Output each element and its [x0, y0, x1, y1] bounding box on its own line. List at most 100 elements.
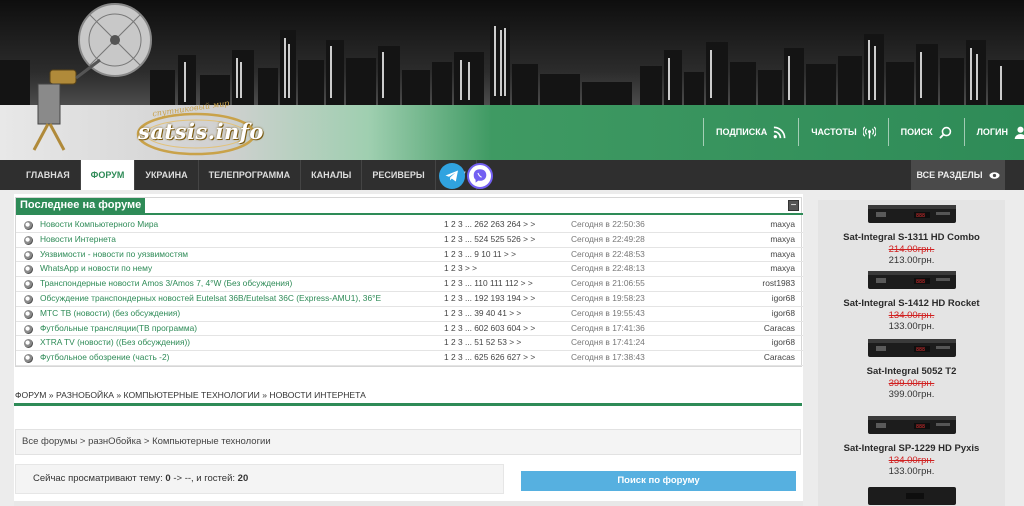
site-logo-text[interactable]: satsis.info — [138, 119, 264, 144]
topic-pages[interactable]: 1 2 3 ... 524 525 526 > > — [444, 234, 535, 244]
breadcrumb-internet-news[interactable]: НОВОСТИ ИНТЕРНЕТА — [269, 390, 366, 400]
topic-icon — [24, 339, 33, 349]
topic-title-link[interactable]: WhatsApp и новости по нему — [40, 263, 152, 273]
topic-title-link[interactable]: Новости Компьютерного Мира — [40, 219, 158, 229]
topic-user[interactable]: maxya — [770, 219, 795, 229]
topic-icon — [24, 294, 33, 304]
svg-text:888: 888 — [916, 213, 925, 219]
topic-row: Транспондерные новости Amos 3/Amos 7, 4°… — [16, 277, 803, 292]
nav-item-ukraine[interactable]: УКРАИНА — [135, 160, 199, 190]
topic-user[interactable]: maxya — [770, 249, 795, 259]
title-underline — [16, 213, 803, 215]
breadcrumb-separator: » — [46, 390, 56, 400]
receiver-image[interactable]: 888 — [866, 268, 958, 292]
product-sidebar: 888 Sat-Integral S-1311 HD Combo 214.00грн… — [818, 200, 1005, 506]
product-card[interactable]: 888 Sat-Integral SP-1229 HD Pyxis 134.00гр… — [818, 413, 1005, 477]
nav-item-tv-program[interactable]: ТЕЛЕПРОГРАММА — [199, 160, 302, 190]
topic-icon — [24, 324, 33, 334]
topic-date: Сегодня в 22:49:28 — [571, 233, 645, 244]
forum-topic-list: Новости Компьютерного Мира 1 2 3 ... 262 … — [16, 218, 803, 366]
breadcrumb-forum[interactable]: ФОРУМ — [15, 390, 46, 400]
topic-user[interactable]: igor68 — [772, 293, 795, 303]
topic-user[interactable]: rost1983 — [762, 278, 795, 288]
frequencies-link[interactable]: ЧАСТОТЫ — [798, 118, 887, 146]
topic-title-link[interactable]: Футбольные трансляции(ТВ программа) — [40, 323, 197, 333]
topic-row: Обсуждение транспондерных новостей Eutel… — [16, 292, 803, 307]
site-header: satsis.info спутниковый мир ПОДПИСКА ЧАС… — [0, 0, 1024, 160]
topic-pages[interactable]: 1 2 3 ... 51 52 53 > > — [444, 337, 521, 347]
search-icon — [938, 126, 951, 139]
all-sections-label: ВСЕ РАЗДЕЛЫ — [916, 170, 983, 180]
topic-user[interactable]: maxya — [770, 234, 795, 244]
topic-pages[interactable]: 1 2 3 ... 9 10 11 > > — [444, 249, 516, 259]
product-card-partial[interactable] — [818, 484, 1005, 506]
nav-item-forum[interactable]: ФОРУМ — [80, 160, 136, 190]
product-card[interactable]: 888 Sat-Integral 5052 T2 399.00грн. 399.00г… — [818, 336, 1005, 400]
receiver-image[interactable]: 888 — [866, 413, 958, 437]
topic-pages[interactable]: 1 2 3 ... 192 193 194 > > — [444, 293, 535, 303]
product-card[interactable]: 888 Sat-Integral S-1412 HD Rocket 134.00гр… — [818, 268, 1005, 332]
topic-date: Сегодня в 22:48:53 — [571, 248, 645, 259]
topic-date: Сегодня в 17:38:43 — [571, 352, 645, 363]
latest-forum-title: Последнее на форуме — [16, 198, 146, 213]
forum-path-box[interactable]: Все форумы > разнОбойка > Компьютерные т… — [15, 429, 801, 455]
receiver-image[interactable]: 888 — [866, 336, 958, 360]
login-link[interactable]: ЛОГИН — [963, 118, 1024, 146]
topic-title-link[interactable]: Обсуждение транспондерных новостей Eutel… — [40, 293, 381, 303]
receiver-image[interactable]: 888 — [866, 202, 958, 226]
header-top-links: ПОДПИСКА ЧАСТОТЫ ПОИСК ЛОГИН — [703, 118, 1024, 146]
topic-pages[interactable]: 1 2 3 > > — [444, 263, 477, 273]
breadcrumb-computer-tech[interactable]: КОМПЬЮТЕРНЫЕ ТЕХНОЛОГИИ — [124, 390, 260, 400]
product-name[interactable]: Sat-Integral 5052 T2 — [818, 366, 1005, 377]
nav-item-receivers[interactable]: РЕСИВЕРЫ — [362, 160, 436, 190]
topic-pages[interactable]: 1 2 3 ... 625 626 627 > > — [444, 352, 535, 362]
topic-title-link[interactable]: Уязвимости - новости по уязвимостям — [40, 249, 188, 259]
viber-icon[interactable] — [467, 163, 493, 189]
topic-date: Сегодня в 17:41:36 — [571, 322, 645, 333]
product-name[interactable]: Sat-Integral SP-1229 HD Pyxis — [818, 443, 1005, 454]
product-name[interactable]: Sat-Integral S-1311 HD Combo — [818, 232, 1005, 243]
topic-title-link[interactable]: Футбольное обозрение (часть -2) — [40, 352, 169, 362]
rss-icon — [773, 126, 786, 138]
topic-row: Футбольное обозрение (часть -2) 1 2 3 ...… — [16, 351, 803, 366]
nav-item-channels[interactable]: КАНАЛЫ — [301, 160, 363, 190]
topic-user[interactable]: igor68 — [772, 337, 795, 347]
topic-row: Футбольные трансляции(ТВ программа) 1 2 3… — [16, 322, 803, 337]
topic-pages[interactable]: 1 2 3 ... 39 40 41 > > — [444, 308, 521, 318]
topic-pages[interactable]: 1 2 3 ... 262 263 264 > > — [444, 219, 535, 229]
breadcrumb-misc[interactable]: РАЗНОБОЙКА — [56, 390, 114, 400]
nav-item-home[interactable]: ГЛАВНАЯ — [16, 160, 81, 190]
login-label: ЛОГИН — [976, 127, 1008, 137]
topic-date: Сегодня в 21:06:55 — [571, 278, 645, 289]
topic-user[interactable]: Caracas — [764, 352, 795, 362]
collapse-button[interactable]: − — [788, 200, 799, 211]
topic-row: Уязвимости - новости по уязвимостям 1 2 3… — [16, 248, 803, 263]
product-card[interactable]: 888 Sat-Integral S-1311 HD Combo 214.00грн… — [818, 202, 1005, 266]
bottom-divider — [14, 501, 803, 506]
topic-icon — [24, 250, 33, 260]
topic-user[interactable]: Caracas — [764, 323, 795, 333]
topic-title-link[interactable]: МТС ТВ (новости) (без обсуждения) — [40, 308, 180, 318]
subscribe-label: ПОДПИСКА — [716, 127, 768, 137]
topic-user[interactable]: maxya — [770, 263, 795, 273]
topic-icon — [24, 221, 33, 230]
topic-icon — [24, 354, 33, 364]
topic-title-link[interactable]: Новости Интернета — [40, 234, 116, 244]
topic-title-link[interactable]: Транспондерные новости Amos 3/Amos 7, 4°… — [40, 278, 292, 288]
user-icon — [1014, 126, 1024, 139]
product-price: 133.00грн. — [888, 466, 935, 477]
topic-pages[interactable]: 1 2 3 ... 110 111 112 > > — [444, 278, 533, 288]
forum-search-button[interactable]: Поиск по форуму — [521, 471, 796, 491]
product-name[interactable]: Sat-Integral S-1412 HD Rocket — [818, 298, 1005, 309]
topic-user[interactable]: igor68 — [772, 308, 795, 318]
search-link[interactable]: ПОИСК — [887, 118, 964, 146]
topic-icon — [24, 235, 33, 245]
product-old-price: 134.00грн. — [888, 455, 935, 466]
nav-items: ГЛАВНАЯ ФОРУМ УКРАИНА ТЕЛЕПРОГРАММА КАНА… — [16, 160, 477, 190]
all-sections-button[interactable]: ВСЕ РАЗДЕЛЫ — [911, 160, 1005, 190]
topic-pages[interactable]: 1 2 3 ... 602 603 604 > > — [444, 323, 535, 333]
telegram-icon[interactable] — [439, 163, 465, 189]
receiver-image[interactable] — [866, 484, 958, 506]
topic-title-link[interactable]: XTRA TV (новости) ((Без обсуждения)) — [40, 337, 190, 347]
subscribe-link[interactable]: ПОДПИСКА — [703, 118, 798, 146]
